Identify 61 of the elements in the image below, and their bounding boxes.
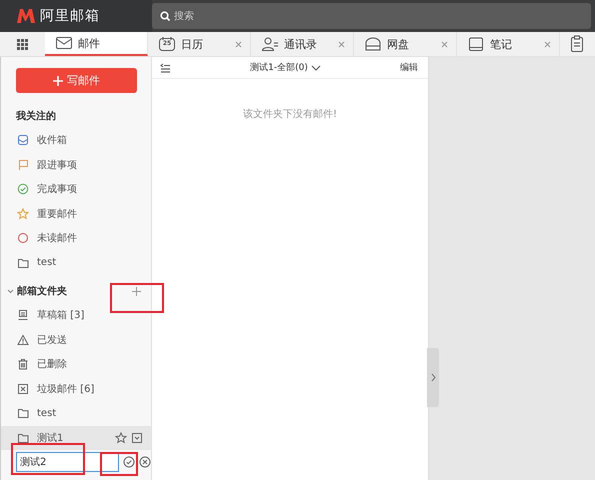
- check-circle-icon: [17, 183, 29, 196]
- inbox-icon: [17, 134, 29, 146]
- folder-item[interactable]: 跟进事项: [37, 158, 151, 172]
- folder-icon: [17, 407, 29, 420]
- chevron-right-icon: [430, 373, 436, 382]
- flag-icon: [17, 158, 29, 171]
- tab[interactable]: 网盘: [354, 32, 457, 56]
- search-field[interactable]: 搜索: [152, 3, 591, 29]
- tab[interactable]: 笔记: [457, 32, 560, 56]
- folder-item[interactable]: 完成事项: [37, 182, 151, 196]
- edit-button[interactable]: 编辑: [400, 61, 418, 74]
- folder-item[interactable]: 垃圾邮件 [6]: [37, 382, 151, 396]
- cancel-icon[interactable]: [139, 456, 151, 468]
- folder-filter-dropdown[interactable]: 测试1-全部(0): [250, 61, 321, 74]
- star-icon: [17, 208, 29, 220]
- close-icon[interactable]: [544, 40, 551, 48]
- folder-name-field[interactable]: 测试2: [16, 452, 119, 472]
- close-icon[interactable]: [441, 40, 448, 48]
- drive-icon: [364, 36, 382, 52]
- folder-item[interactable]: 已发送: [37, 332, 151, 347]
- plus-icon: [53, 76, 63, 86]
- folder-item[interactable]: test: [37, 408, 151, 419]
- folder-item[interactable]: 未读邮件: [37, 231, 151, 246]
- search-icon: [160, 11, 170, 21]
- add-folder-button[interactable]: [132, 286, 141, 296]
- spam-icon: [17, 382, 29, 395]
- plus-icon: [132, 286, 141, 296]
- folder-icon: [17, 256, 29, 269]
- dropdown-icon[interactable]: [131, 432, 143, 444]
- folder-list-toggle-icon[interactable]: [160, 62, 171, 72]
- folder-item[interactable]: 重要邮件: [37, 206, 151, 221]
- tab[interactable]: 邮件: [45, 32, 148, 56]
- expand-handle[interactable]: [427, 348, 439, 407]
- clipboard-icon[interactable]: [570, 35, 584, 53]
- folder-icon: [17, 432, 29, 444]
- circle-icon: [17, 232, 29, 244]
- document-icon: [17, 309, 29, 322]
- folder-item[interactable]: 收件箱: [37, 133, 151, 148]
- trash-icon: [17, 358, 29, 370]
- collapse-caret-icon[interactable]: [7, 288, 14, 294]
- empty-message: 该文件夹下没有邮件!: [242, 108, 338, 121]
- calendar-icon: [158, 36, 176, 52]
- folder-item[interactable]: 已删除: [37, 357, 151, 372]
- warning-icon: [17, 334, 29, 346]
- folder-item[interactable]: test: [37, 257, 151, 268]
- close-icon[interactable]: [235, 40, 242, 48]
- apps-grid-icon[interactable]: [17, 38, 28, 50]
- section-title: 我关注的: [14, 109, 57, 124]
- logo-icon: [16, 7, 36, 25]
- section-title: 邮箱文件夹: [17, 284, 68, 298]
- logo-text: 阿里邮箱: [40, 7, 100, 25]
- contacts-icon: [261, 36, 279, 52]
- mail-icon: [55, 35, 73, 51]
- chevron-down-icon: [310, 64, 321, 70]
- tab[interactable]: 通讯录: [251, 32, 354, 56]
- notebook-icon: [467, 36, 485, 52]
- confirm-icon[interactable]: [123, 456, 135, 468]
- compose-button[interactable]: 写邮件: [16, 68, 137, 93]
- star-icon[interactable]: [115, 432, 127, 444]
- close-icon[interactable]: [338, 40, 345, 48]
- folder-item[interactable]: 草稿箱 [3]: [37, 308, 151, 322]
